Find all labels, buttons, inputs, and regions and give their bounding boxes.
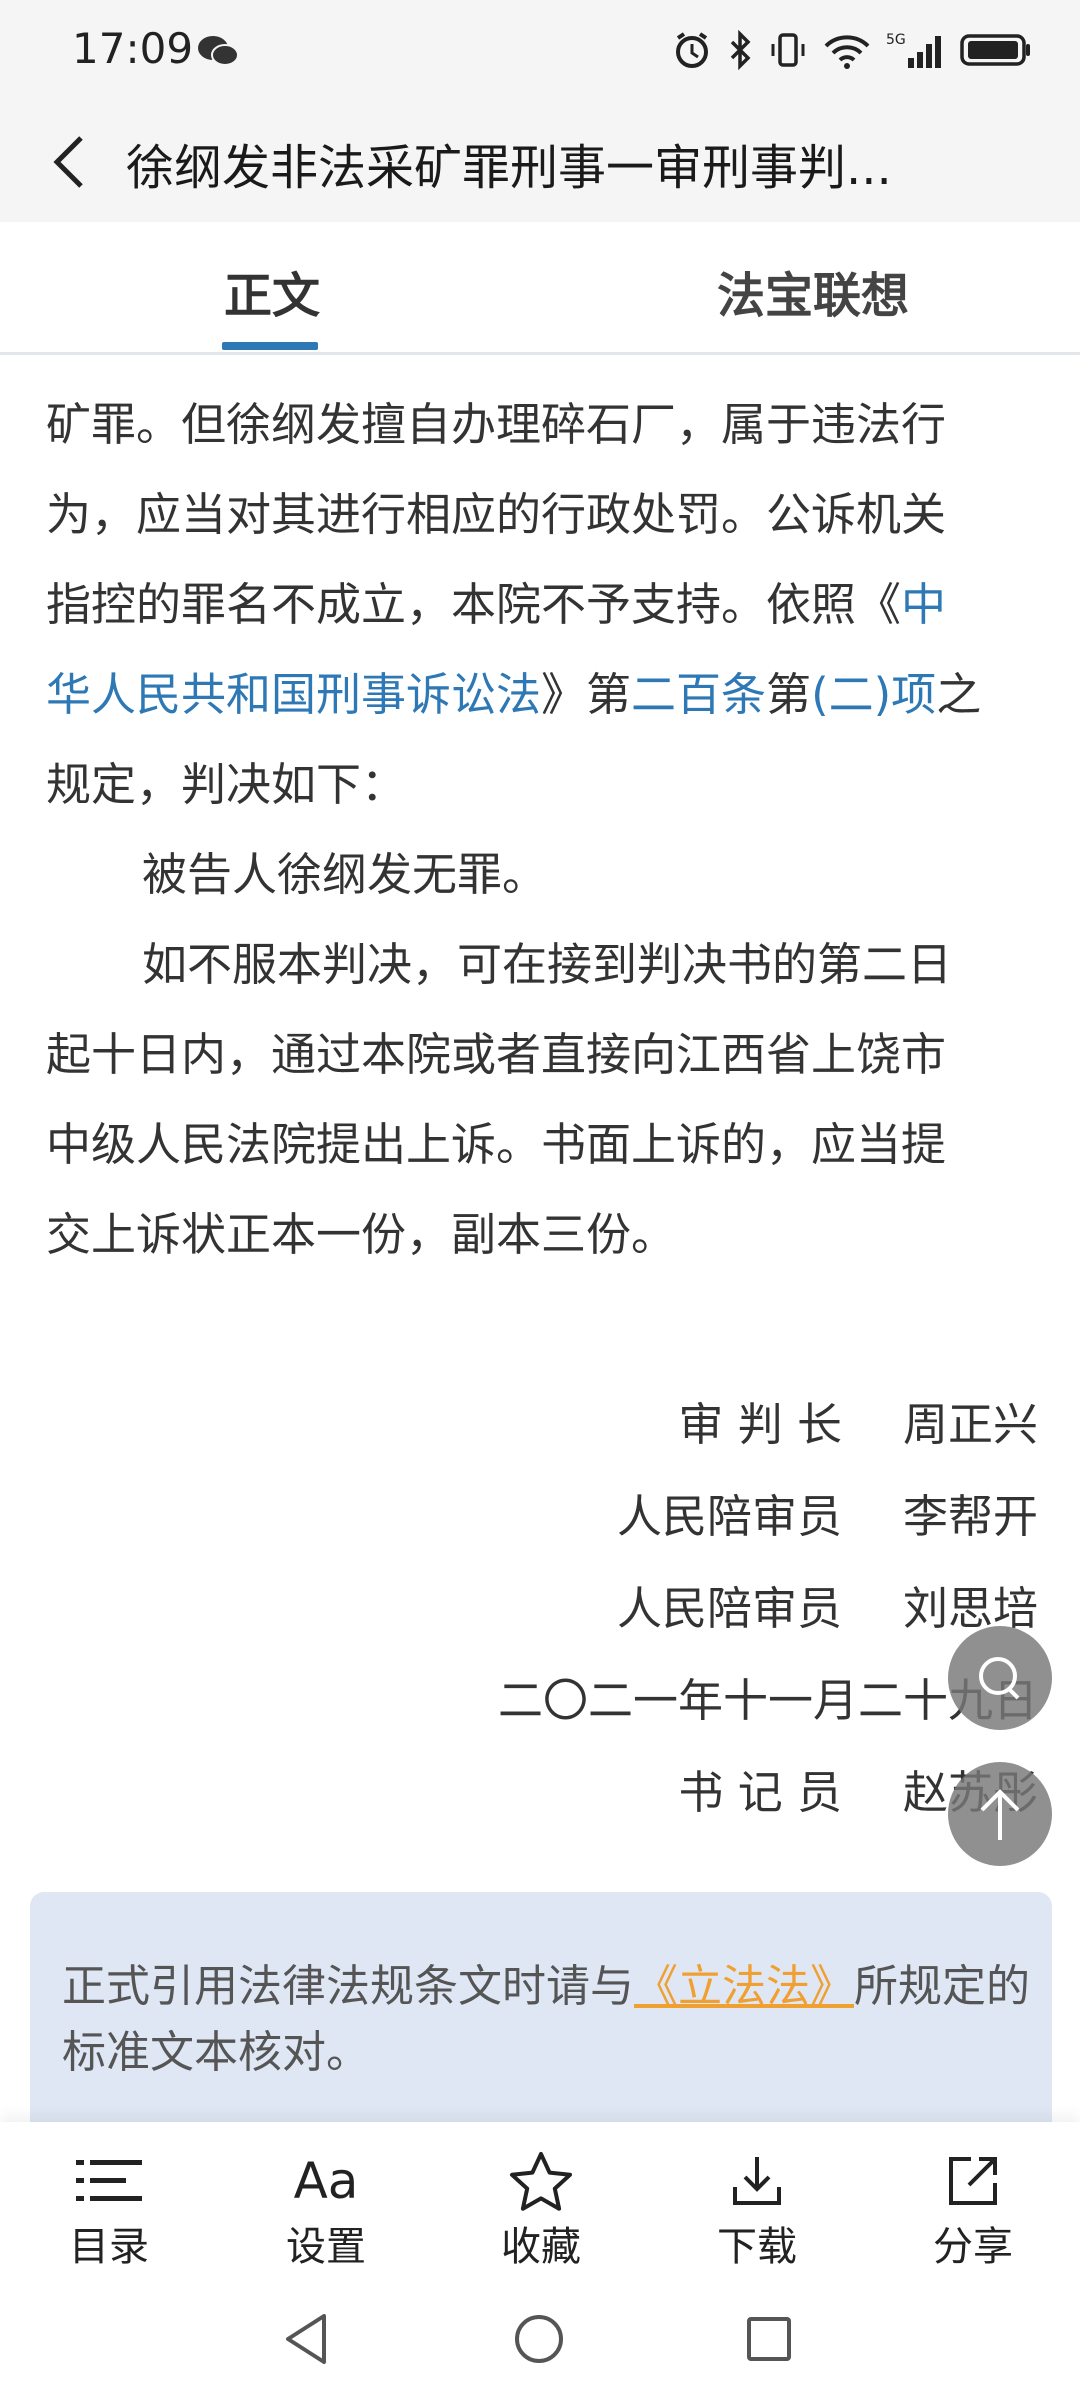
vibrate-icon bbox=[771, 33, 805, 67]
paragraph-line: 中级人民法院提出上诉。书面上诉的，应当提 bbox=[46, 1118, 947, 1171]
tab-bar: 正文 法宝联想 bbox=[0, 222, 1080, 355]
back-button[interactable] bbox=[34, 122, 104, 202]
verdict-line: 被告人徐纲发无罪。 bbox=[142, 848, 548, 901]
toolbar-label: 收藏 bbox=[501, 2224, 581, 2270]
download-icon bbox=[733, 2157, 781, 2205]
toolbar-settings-button[interactable]: Aa 设置 bbox=[261, 2150, 391, 2272]
paragraph-line: 指控的罪名不成立，本院不予支持。依照《中 bbox=[46, 568, 946, 633]
back-arrow-icon bbox=[53, 136, 83, 188]
paragraph-text: 》第 bbox=[541, 668, 632, 721]
law-link[interactable]: 中 bbox=[901, 578, 946, 631]
wechat-icon bbox=[198, 36, 239, 66]
svg-text:5G: 5G bbox=[886, 32, 906, 48]
toolbar-contents-button[interactable]: 目录 bbox=[44, 2150, 174, 2272]
signature-role: 人民陪审员 bbox=[616, 1582, 842, 1635]
toolbar-label: 目录 bbox=[69, 2224, 149, 2270]
notice-text: 正式引用法律法规条文时请与《立法法》所规定的标准文本核对。 bbox=[62, 1954, 1052, 2086]
law-link[interactable]: 华人民共和国刑事诉讼法 bbox=[46, 668, 541, 721]
toolbar-label: 分享 bbox=[933, 2224, 1013, 2270]
active-tab-indicator bbox=[222, 342, 318, 350]
toolbar-favorite-button[interactable]: 收藏 bbox=[476, 2150, 606, 2272]
signal-5g-icon: 5G bbox=[886, 32, 941, 68]
paragraph-line: 为，应当对其进行相应的行政处罚。公诉机关 bbox=[46, 488, 947, 541]
list-icon bbox=[76, 2160, 142, 2201]
nav-back-icon[interactable] bbox=[282, 2312, 330, 2366]
toolbar-label: 设置 bbox=[286, 2224, 366, 2270]
arrow-up-icon bbox=[980, 1789, 1020, 1840]
wifi-icon bbox=[824, 35, 870, 69]
signature-role: 人民陪审员 bbox=[616, 1490, 842, 1543]
paragraph-line: 交上诉状正本一份，副本三份。 bbox=[46, 1208, 677, 1261]
paragraph-text: 指控的罪名不成立，本院不予支持。依照《 bbox=[46, 578, 902, 631]
paragraph-line: 规定，判决如下： bbox=[46, 758, 407, 811]
tab-main-text[interactable]: 正文 bbox=[224, 256, 320, 326]
signature-name: 周正兴 bbox=[902, 1398, 1038, 1451]
notice-prefix: 正式引用法律法规条文时请与 bbox=[62, 1961, 634, 2012]
paragraph-line: 华人民共和国刑事诉讼法》第二百条第(二)项之 bbox=[46, 658, 981, 723]
paragraph-text: 之 bbox=[936, 668, 982, 721]
toolbar-label: 下载 bbox=[717, 2224, 797, 2270]
status-icons: 5G bbox=[672, 24, 1032, 76]
paragraph-line: 起十日内，通过本院或者直接向江西省上饶市 bbox=[46, 1028, 947, 1081]
page-title: 徐纲发非法采矿罪刑事一审刑事判... bbox=[126, 140, 892, 196]
paragraph-text: 第 bbox=[766, 668, 812, 721]
font-icon: Aa bbox=[293, 2152, 359, 2210]
title-bar: 徐纲发非法采矿罪刑事一审刑事判... bbox=[0, 100, 1080, 222]
system-nav-bar bbox=[0, 2272, 1080, 2400]
paragraph-line: 矿罪。但徐纲发擅自办理碎石厂，属于违法行 bbox=[46, 398, 947, 451]
back-to-top-button[interactable] bbox=[948, 1762, 1052, 1866]
paragraph-line: 如不服本判决，可在接到判决书的第二日 bbox=[142, 938, 953, 991]
signature-name: 刘思培 bbox=[902, 1582, 1038, 1635]
search-button[interactable] bbox=[948, 1626, 1052, 1730]
signature-name: 李帮开 bbox=[902, 1490, 1038, 1543]
item-link[interactable]: (二)项 bbox=[811, 668, 936, 721]
citation-notice: 正式引用法律法规条文时请与《立法法》所规定的标准文本核对。 bbox=[30, 1892, 1052, 2152]
battery-icon bbox=[960, 34, 1030, 66]
legislation-law-link[interactable]: 《立法法》 bbox=[634, 1961, 854, 2012]
bottom-toolbar: 目录 Aa 设置 收藏 下载 分享 bbox=[0, 2122, 1080, 2272]
search-icon bbox=[979, 1657, 1020, 1700]
toolbar-share-button[interactable]: 分享 bbox=[908, 2150, 1038, 2272]
nav-home-icon[interactable] bbox=[512, 2312, 566, 2366]
bluetooth-icon bbox=[730, 30, 751, 70]
toolbar-download-button[interactable]: 下载 bbox=[692, 2150, 822, 2272]
tab-law-association[interactable]: 法宝联想 bbox=[717, 256, 909, 326]
signature-role: 书 记 员 bbox=[678, 1766, 842, 1819]
alarm-icon bbox=[676, 32, 708, 68]
status-time: 17:09 bbox=[72, 24, 194, 73]
article-link[interactable]: 二百条 bbox=[631, 668, 766, 721]
status-bar: 17:09 5G bbox=[0, 0, 1080, 100]
nav-recents-icon[interactable] bbox=[744, 2314, 794, 2364]
star-icon bbox=[510, 2152, 572, 2211]
signature-role: 审 判 长 bbox=[678, 1398, 842, 1451]
share-icon bbox=[949, 2157, 997, 2205]
